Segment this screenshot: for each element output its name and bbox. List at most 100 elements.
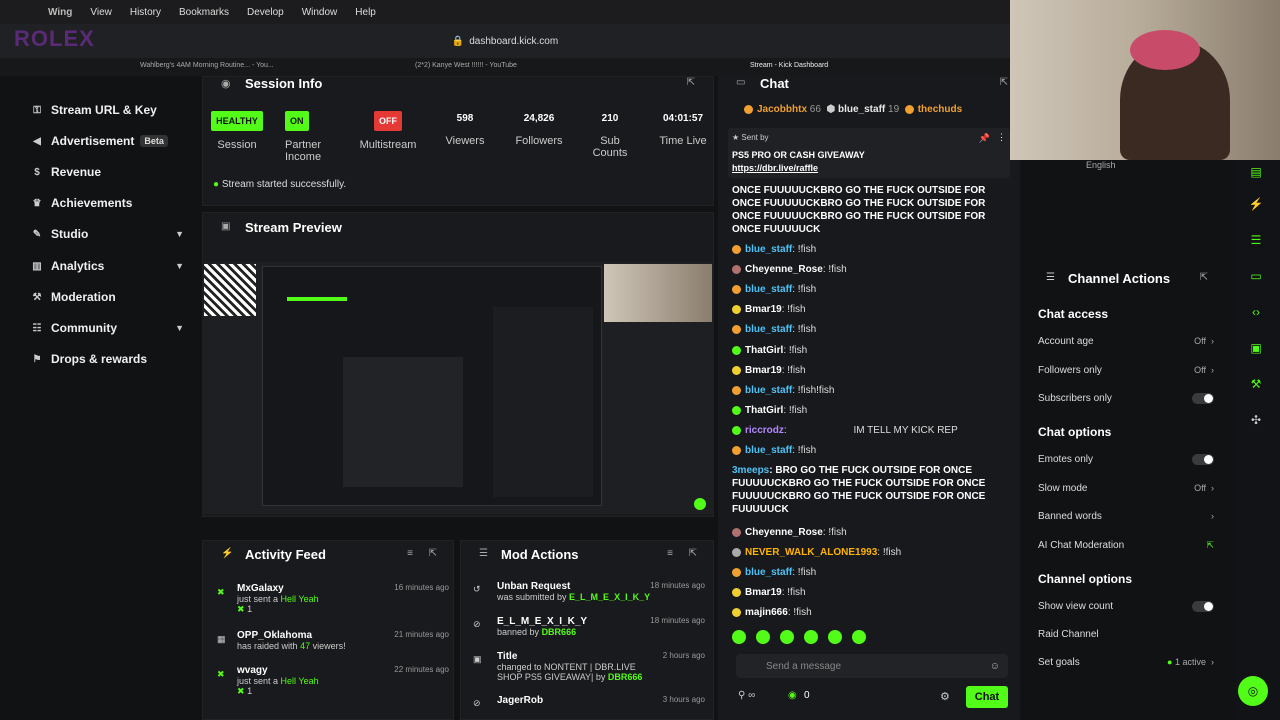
activity-item: ✖ wvagy just sent a Hell Yeah ✖ 1 22 minut…	[217, 665, 449, 696]
chat-input-placeholder: Send a message	[766, 660, 842, 672]
chat-icon: ▭	[736, 77, 746, 88]
help-chat-button[interactable]: ◎	[1238, 676, 1268, 706]
send-chat-button[interactable]: Chat	[966, 686, 1008, 708]
title-icon: ▣	[473, 654, 482, 664]
ticket-icon[interactable]: ▤	[1244, 160, 1268, 184]
pin-icon[interactable]: 📌	[979, 133, 990, 144]
row-account-age[interactable]: Account age Off ›	[1038, 336, 1224, 347]
tab-kick-dashboard[interactable]: Stream - Kick Dashboard	[750, 62, 828, 69]
row-slow-mode[interactable]: Slow mode Off ›	[1038, 483, 1224, 494]
chat-message: blue_staff: !fish	[732, 243, 1012, 256]
dollar-icon: $	[34, 166, 40, 178]
filter-icon[interactable]: ≡	[667, 548, 673, 559]
chat-input[interactable]: Send a message ☺	[736, 654, 1008, 678]
row-show-view-count[interactable]: Show view count	[1038, 601, 1224, 612]
session-icon: ◉	[221, 78, 231, 90]
chat-message: ONCE FUUUUUCKBRO GO THE FUCK OUTSIDE FOR…	[732, 185, 986, 235]
row-ai-chat-moderation[interactable]: AI Chat Moderation ⇱	[1038, 540, 1224, 551]
menu-window[interactable]: Window	[302, 7, 338, 18]
stat-session: HEALTHY Session	[211, 111, 263, 151]
sidebar-item-studio[interactable]: ✎ Studio ▼	[30, 227, 190, 241]
sidebar-item-revenue[interactable]: $ Revenue	[30, 165, 190, 179]
section-channel-options: Channel options	[1038, 572, 1132, 586]
gift-icon: ⚑	[32, 353, 42, 365]
sidebar-item-achievements[interactable]: ♛ Achievements	[30, 196, 190, 210]
sidebar: ⚿ Stream URL & Key ◀ Advertisement Beta $ Re…	[0, 76, 200, 720]
row-banned-words[interactable]: Banned words ›	[1038, 511, 1224, 522]
chat-message: Bmar19: !fish	[732, 364, 1012, 377]
top-chatters: Jacobbhtx 66 ⬢ blue_staff 19 thechuds	[744, 104, 1018, 115]
stat-viewers: 598 Viewers	[445, 113, 485, 147]
overlay-logo: ROLEX	[14, 26, 95, 51]
mod-item: ⊘ E_L_M_E_X_I_K_Y banned by DBR666 18 min…	[473, 616, 705, 637]
emote-bar[interactable]	[732, 630, 1012, 648]
sidebar-item-drops-rewards[interactable]: ⚑ Drops & rewards	[30, 352, 190, 366]
external-link-icon[interactable]: ⇱	[1206, 540, 1214, 551]
section-chat-access: Chat access	[1038, 307, 1109, 321]
bolt-icon: ⚡	[221, 548, 234, 559]
menu-help[interactable]: Help	[355, 7, 376, 18]
list-icon[interactable]: ☰	[1244, 228, 1268, 252]
menu-view[interactable]: View	[90, 7, 112, 18]
activity-feed-title: Activity Feed	[245, 547, 326, 562]
url-text[interactable]: dashboard.kick.com	[469, 36, 558, 47]
popout-icon[interactable]: ⇱	[1000, 77, 1008, 88]
language-caption: English	[1086, 160, 1116, 170]
popout-icon[interactable]: ⇱	[687, 77, 695, 88]
sidebar-item-community[interactable]: ☷ Community ▼	[30, 321, 190, 335]
tab-youtube-2[interactable]: (2*2) Kanye West !!!!!! - YouTube	[415, 62, 517, 69]
puzzle-icon[interactable]: ✣	[1244, 408, 1268, 432]
row-emotes-only[interactable]: Emotes only	[1038, 454, 1224, 465]
session-info-title: Session Info	[245, 76, 323, 91]
more-icon[interactable]: ⋮	[997, 132, 1006, 143]
chat-icon[interactable]: ▭	[1244, 264, 1268, 288]
row-followers-only[interactable]: Followers only Off ›	[1038, 365, 1224, 376]
mod-item: ▣ Title changed to NONTENT | DBR.LIVE SHO…	[473, 651, 705, 682]
chat-panel: ▭ Chat ⇱ Jacobbhtx 66 ⬢ blue_staff 19 th…	[718, 76, 1020, 720]
unban-icon: ↺	[473, 584, 481, 594]
link-icon[interactable]: ⚲ ∞	[738, 690, 755, 701]
code-icon[interactable]: ‹›	[1244, 300, 1268, 324]
address-bar[interactable]: 🔒 dashboard.kick.com	[0, 24, 1010, 58]
popout-icon[interactable]: ⇱	[1200, 272, 1208, 283]
subscribers-only-toggle[interactable]	[1192, 393, 1214, 404]
menu-develop[interactable]: Develop	[247, 7, 284, 18]
gear-icon[interactable]: ⚙	[940, 690, 950, 703]
row-set-goals[interactable]: Set goals ● 1 active ›	[1038, 657, 1224, 668]
chat-message: blue_staff: !fish!fish	[732, 384, 1012, 397]
pencil-icon: ✎	[32, 228, 42, 240]
live-indicator	[694, 498, 706, 510]
popout-icon[interactable]: ⇱	[689, 548, 697, 559]
qr-code	[204, 264, 256, 316]
chat-message: ThatGirl: !fish	[732, 404, 1012, 417]
pinned-message[interactable]: ★ Sent by PS5 PRO OR CASH GIVEAWAY https…	[728, 128, 1010, 178]
chevron-down-icon: ▼	[175, 323, 184, 333]
mod-actions-panel: ☰ Mod Actions ≡ ⇱ ↺ Unban Request was sub…	[460, 540, 714, 720]
trophy-icon: ♛	[32, 197, 42, 209]
stream-preview-video[interactable]	[202, 262, 714, 514]
chat-message: Bmar19: !fish	[732, 586, 1012, 599]
channel-actions-title: Channel Actions	[1068, 271, 1171, 286]
row-subscribers-only[interactable]: Subscribers only	[1038, 393, 1224, 404]
chat-message: blue_staff: !fish	[732, 283, 1012, 296]
bolt-icon[interactable]: ⚡	[1244, 192, 1268, 216]
sidebar-item-advertisement[interactable]: ◀ Advertisement Beta	[30, 134, 190, 148]
sidebar-item-stream-url-key[interactable]: ⚿ Stream URL & Key	[30, 103, 190, 117]
emoji-icon[interactable]: ☺	[990, 661, 1000, 672]
menu-history[interactable]: History	[130, 7, 161, 18]
filter-icon[interactable]: ≡	[407, 548, 413, 559]
chat-title: Chat	[760, 76, 789, 91]
emotes-only-toggle[interactable]	[1192, 454, 1214, 465]
check-circle-icon: ●	[213, 179, 220, 190]
menu-bookmarks[interactable]: Bookmarks	[179, 7, 229, 18]
video-icon[interactable]: ▣	[1244, 336, 1268, 360]
tab-youtube-1[interactable]: Wahlberg's 4AM Morning Routine... - You.…	[140, 62, 274, 69]
show-view-count-toggle[interactable]	[1192, 601, 1214, 612]
sidebar-item-moderation[interactable]: ⚒ Moderation	[30, 290, 190, 304]
wrench-icon[interactable]: ⚒	[1244, 372, 1268, 396]
row-raid-channel[interactable]: Raid Channel	[1038, 629, 1224, 640]
sidebar-item-analytics[interactable]: ▥ Analytics ▼	[30, 259, 190, 273]
chat-message: blue_staff: !fish	[732, 566, 1012, 579]
app-name: Wing	[48, 6, 73, 18]
popout-icon[interactable]: ⇱	[429, 548, 437, 559]
